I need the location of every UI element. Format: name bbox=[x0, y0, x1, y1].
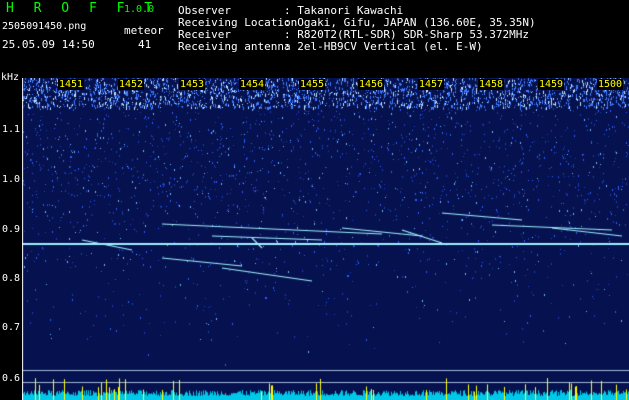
file-name: 2505091450.png bbox=[2, 21, 87, 32]
timestamp: 25.05.09 14:50 bbox=[2, 38, 95, 51]
y-tick-0.7: 0.7 bbox=[2, 322, 21, 333]
y-tick-0.9: 0.9 bbox=[2, 224, 21, 235]
minute-label-1455: 1455 bbox=[299, 79, 326, 90]
minute-label-1456: 1456 bbox=[358, 79, 385, 90]
y-tick-1.1: 1.1 bbox=[2, 124, 21, 135]
khz-unit-label: kHz bbox=[1, 72, 20, 83]
meteor-label: meteor bbox=[124, 24, 164, 37]
header-panel: H R O F F T 1.0.0 2505091450.png meteor … bbox=[0, 0, 629, 78]
spectrogram-canvas bbox=[22, 78, 629, 400]
minute-label-1457: 1457 bbox=[418, 79, 445, 90]
info-key-antenna: Receiving antenna bbox=[178, 40, 291, 53]
minute-label-1459: 1459 bbox=[538, 79, 565, 90]
minute-label-1452: 1452 bbox=[118, 79, 145, 90]
app-version: 1.0.0 bbox=[124, 4, 155, 15]
minute-label-1454: 1454 bbox=[239, 79, 266, 90]
y-tick-1.0: 1.0 bbox=[2, 174, 21, 185]
y-tick-0.8: 0.8 bbox=[2, 273, 21, 284]
minute-label-1453: 1453 bbox=[179, 79, 206, 90]
y-tick-0.6: 0.6 bbox=[2, 373, 21, 384]
info-value-antenna: : 2el-HB9CV Vertical (el. E-W) bbox=[284, 40, 483, 53]
minute-label-1500: 1500 bbox=[597, 79, 624, 90]
minute-label-1451: 1451 bbox=[58, 79, 85, 90]
meteor-count: 41 bbox=[138, 38, 152, 51]
minute-label-1458: 1458 bbox=[478, 79, 505, 90]
